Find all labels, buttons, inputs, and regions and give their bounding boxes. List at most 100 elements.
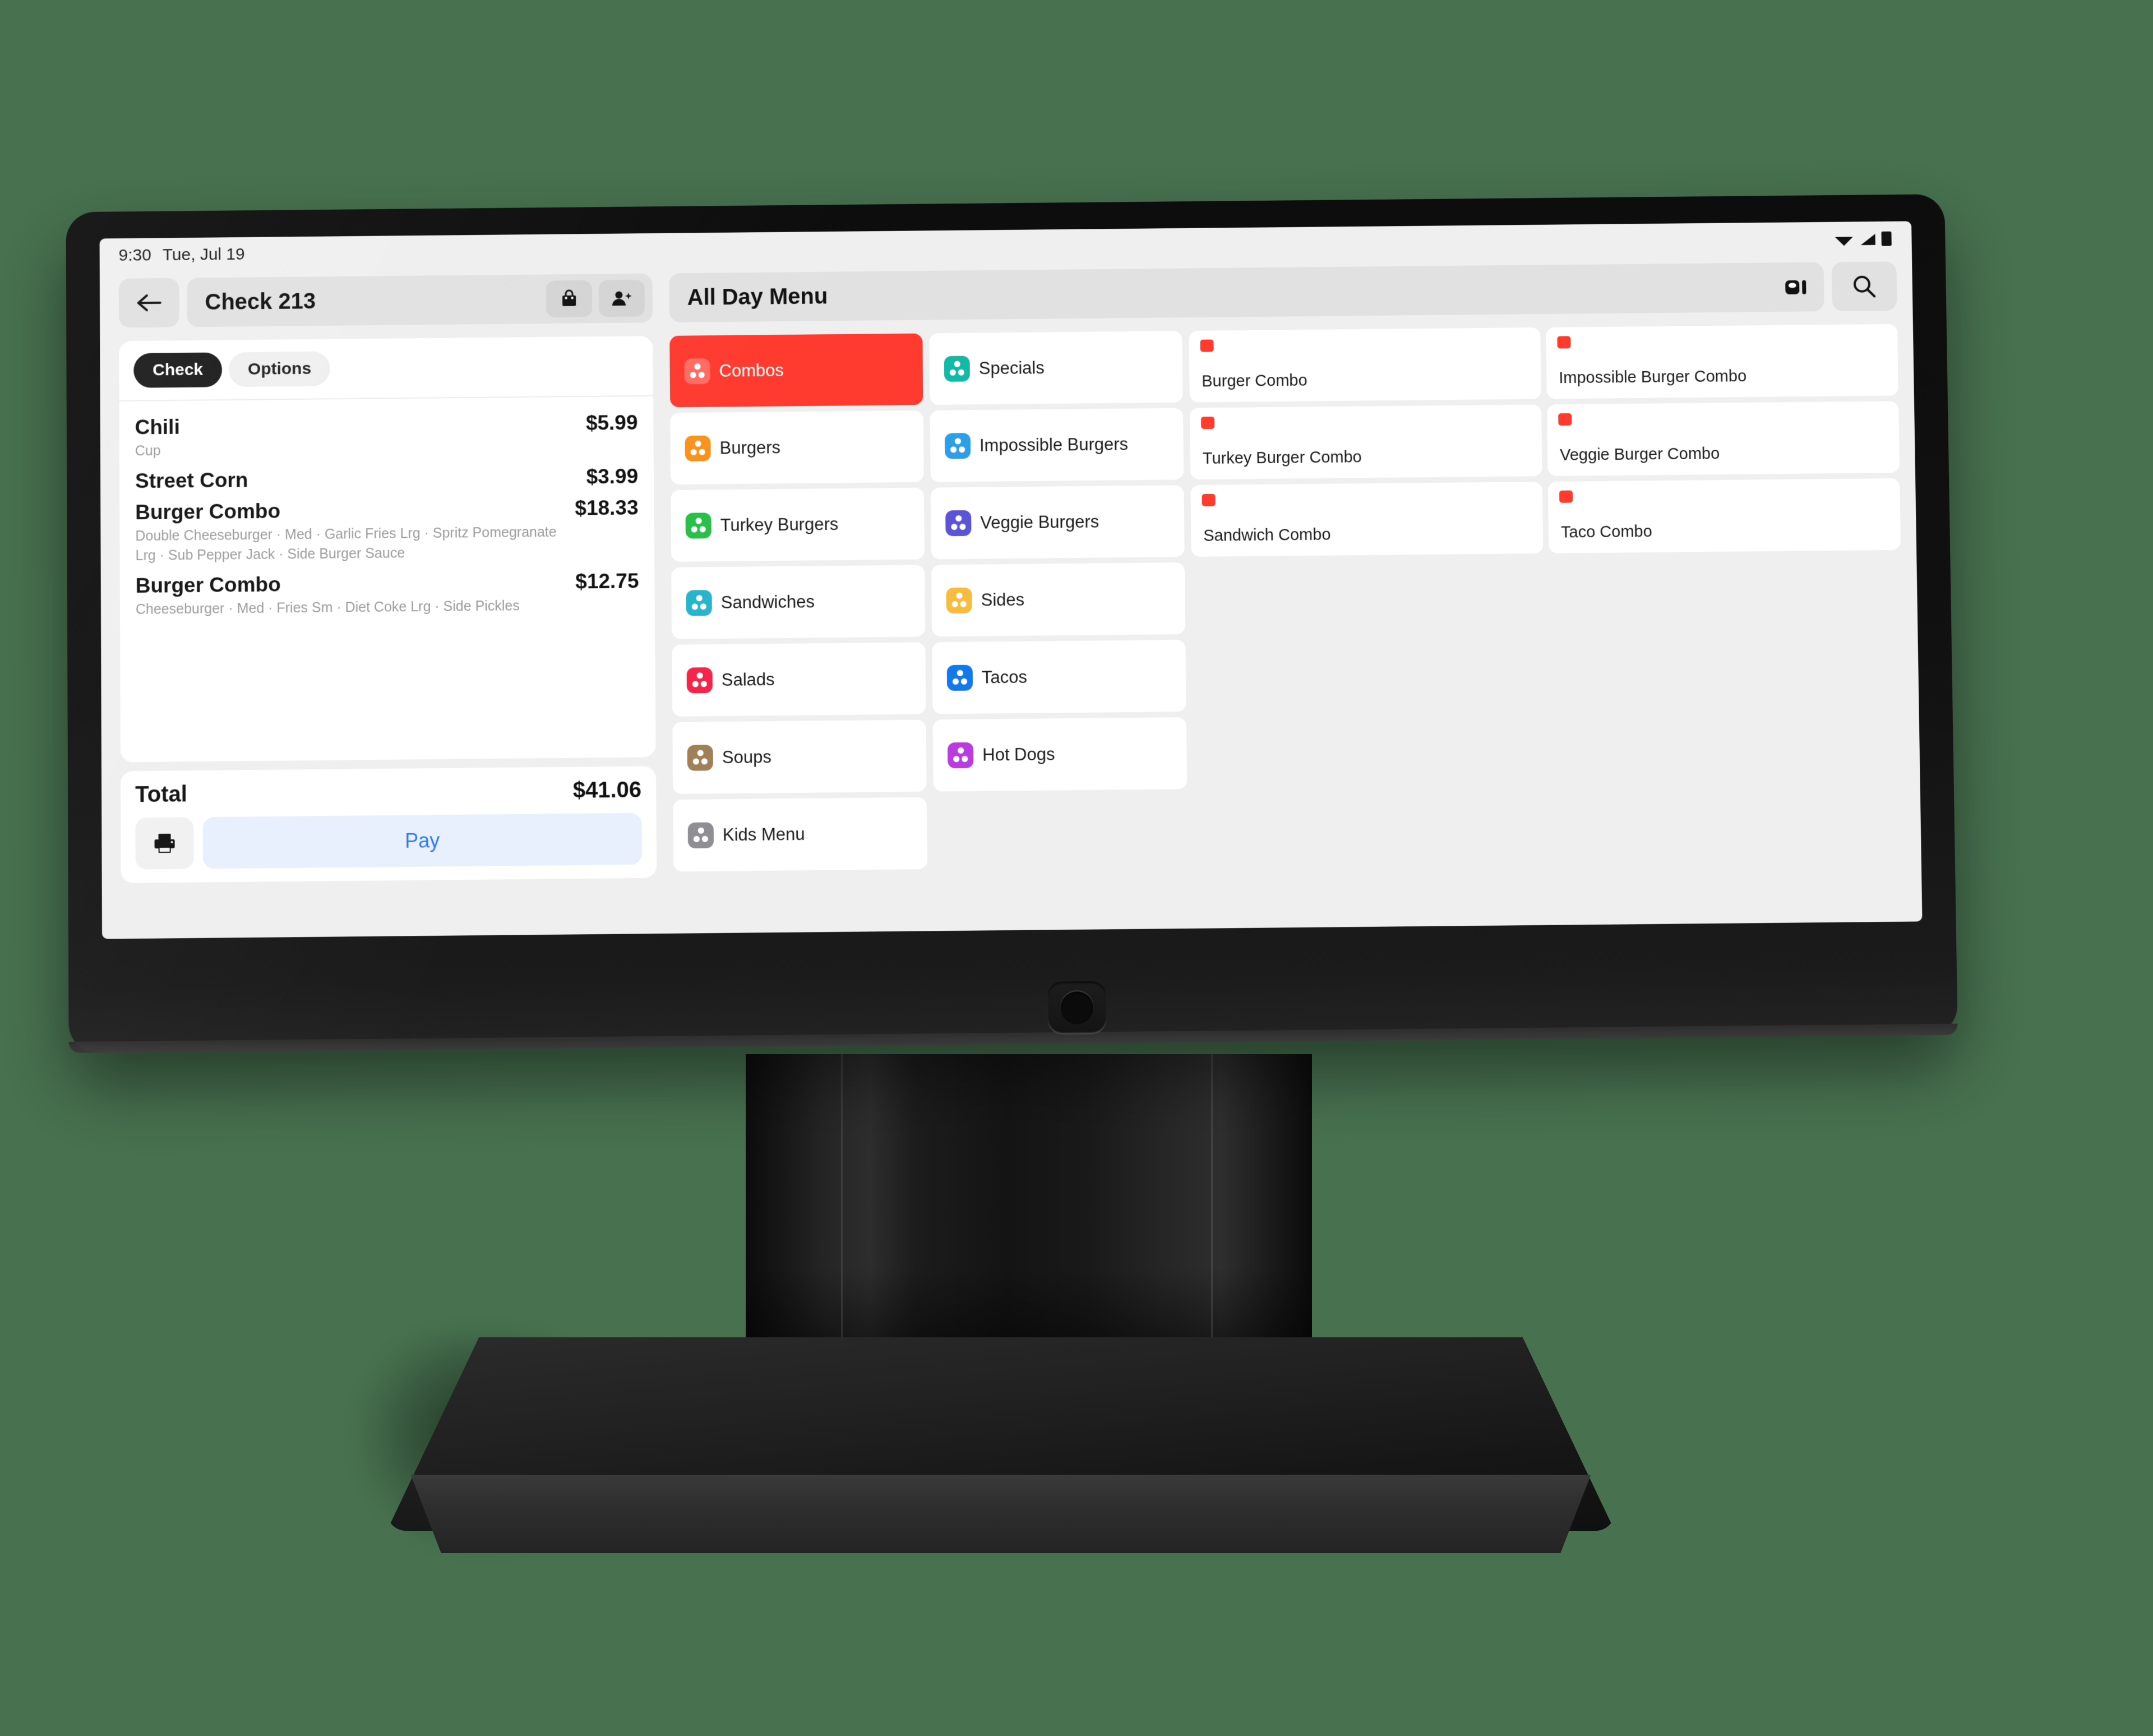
print-button[interactable] xyxy=(135,817,194,870)
product-tag-icon xyxy=(1201,417,1215,430)
category-cluster-icon xyxy=(685,513,711,539)
category-column-filler xyxy=(934,795,1188,869)
printer-icon xyxy=(154,833,175,853)
product-tile[interactable]: Veggie Burger Combo xyxy=(1546,401,1900,477)
list-item[interactable]: Street Corn $3.99 xyxy=(135,464,638,493)
product-label: Turkey Burger Combo xyxy=(1202,448,1362,468)
category-column-left: Combos Burgers Turkey Burgers Sandwiches… xyxy=(669,333,927,872)
cellular-signal-icon xyxy=(1860,233,1875,246)
add-guest-button[interactable] xyxy=(598,279,645,317)
stand-column xyxy=(746,1054,1312,1379)
category-label: Soups xyxy=(722,747,771,768)
check-title-bar[interactable]: Check 213 xyxy=(187,273,653,327)
product-tile[interactable]: Taco Combo xyxy=(1547,478,1901,553)
back-button[interactable] xyxy=(118,278,179,328)
check-pane: Check 213 Check Options Chili $5.99 Cup … xyxy=(100,267,669,939)
category-label: Tacos xyxy=(981,667,1028,687)
item-price: $3.99 xyxy=(586,464,639,488)
home-button[interactable] xyxy=(1047,981,1107,1035)
tab-check[interactable]: Check xyxy=(133,352,223,388)
category-tile-kids-menu[interactable]: Kids Menu xyxy=(673,797,927,872)
total-row: Total $41.06 xyxy=(135,778,641,808)
category-tile-burgers[interactable]: Burgers xyxy=(670,410,924,485)
product-tag-icon xyxy=(1557,336,1571,349)
product-tile[interactable]: Impossible Burger Combo xyxy=(1546,324,1898,399)
category-label: Combos xyxy=(719,360,784,381)
product-label: Impossible Burger Combo xyxy=(1559,367,1747,387)
menu-layout-icon[interactable] xyxy=(1784,276,1808,298)
product-label: Taco Combo xyxy=(1560,523,1652,542)
category-cluster-icon xyxy=(684,358,710,385)
category-tile-specials[interactable]: Specials xyxy=(929,331,1183,405)
category-tile-impossible-burgers[interactable]: Impossible Burgers xyxy=(930,408,1184,482)
list-item[interactable]: Burger Combo $18.33 Double Cheeseburger … xyxy=(135,496,639,566)
category-tile-turkey-burgers[interactable]: Turkey Burgers xyxy=(671,487,925,562)
menu-title-bar[interactable]: All Day Menu xyxy=(669,262,1824,322)
menu-columns: Combos Burgers Turkey Burgers Sandwiches… xyxy=(669,324,1906,872)
add-person-icon xyxy=(612,291,632,306)
category-label: Hot Dogs xyxy=(982,744,1055,765)
category-cluster-icon xyxy=(945,510,972,537)
category-cluster-icon xyxy=(946,587,972,614)
item-name: Burger Combo xyxy=(135,572,281,597)
battery-icon xyxy=(1881,231,1892,246)
category-label: Veggie Burgers xyxy=(980,511,1099,533)
product-tag-icon xyxy=(1200,339,1214,352)
pay-button[interactable]: Pay xyxy=(202,812,643,869)
pay-row: Pay xyxy=(135,812,643,870)
category-cluster-icon xyxy=(947,742,974,769)
menu-pane: All Day Menu Combos Burgers Turkey Burge… xyxy=(664,256,1922,934)
item-price: $5.99 xyxy=(585,410,638,435)
stand-seam-left xyxy=(841,1054,843,1368)
total-label: Total xyxy=(135,782,187,807)
category-tile-hot-dogs[interactable]: Hot Dogs xyxy=(932,717,1188,792)
category-cluster-icon xyxy=(944,355,970,382)
category-label: Turkey Burgers xyxy=(720,514,839,535)
category-label: Burgers xyxy=(719,437,781,458)
product-tile[interactable]: Burger Combo xyxy=(1189,327,1541,403)
category-label: Sides xyxy=(981,589,1025,610)
product-grid: Burger Combo Impossible Burger Combo Tur… xyxy=(1189,324,1905,867)
wifi-icon xyxy=(1835,237,1853,246)
item-name: Burger Combo xyxy=(135,499,281,524)
takeout-bag-button[interactable] xyxy=(546,280,593,318)
check-header: Check 213 xyxy=(118,268,653,334)
list-item[interactable]: Burger Combo $12.75 Cheeseburger · Med ·… xyxy=(136,569,639,620)
item-price: $12.75 xyxy=(575,569,639,593)
category-label: Kids Menu xyxy=(722,824,805,845)
category-cluster-icon xyxy=(944,433,971,459)
category-column-right: Specials Impossible Burgers Veggie Burge… xyxy=(929,331,1188,869)
back-arrow-icon xyxy=(136,292,163,314)
category-tile-combos[interactable]: Combos xyxy=(669,333,923,408)
total-card: Total $41.06 Pay xyxy=(121,766,657,883)
tab-options[interactable]: Options xyxy=(228,351,331,387)
category-cluster-icon xyxy=(946,664,973,691)
product-tag-icon xyxy=(1202,493,1216,506)
search-button[interactable] xyxy=(1831,261,1897,312)
check-items: Chili $5.99 Cup Street Corn $3.99 Burger… xyxy=(119,396,655,620)
category-label: Specials xyxy=(978,358,1045,378)
category-cluster-icon xyxy=(685,435,711,461)
category-tile-soups[interactable]: Soups xyxy=(672,719,927,795)
category-tile-sides[interactable]: Sides xyxy=(931,562,1186,637)
product-tile[interactable]: Sandwich Combo xyxy=(1190,482,1544,557)
item-modifiers: Double Cheeseburger · Med · Garlic Fries… xyxy=(135,524,557,564)
tablet-screen: 9:30 Tue, Jul 19 Check 213 Check Options… xyxy=(99,221,1923,939)
total-value: $41.06 xyxy=(572,777,642,803)
category-cluster-icon xyxy=(687,822,714,849)
list-item[interactable]: Chili $5.99 Cup xyxy=(135,411,638,461)
product-tag-icon xyxy=(1558,413,1572,426)
category-tile-sandwiches[interactable]: Sandwiches xyxy=(671,565,926,639)
category-tile-salads[interactable]: Salads xyxy=(672,642,926,717)
status-date: Tue, Jul 19 xyxy=(162,244,245,265)
category-tile-tacos[interactable]: Tacos xyxy=(932,639,1186,714)
item-name: Street Corn xyxy=(135,468,248,492)
product-label: Burger Combo xyxy=(1202,371,1307,391)
category-tile-veggie-burgers[interactable]: Veggie Burgers xyxy=(930,485,1185,560)
product-tile[interactable]: Turkey Burger Combo xyxy=(1189,404,1542,480)
check-card: Check Options Chili $5.99 Cup Street Cor… xyxy=(119,336,656,763)
item-name: Chili xyxy=(135,415,180,439)
status-time: 9:30 xyxy=(118,246,151,265)
check-tabs: Check Options xyxy=(119,336,653,400)
item-modifiers: Cheeseburger · Med · Fries Sm · Diet Cok… xyxy=(135,597,520,617)
